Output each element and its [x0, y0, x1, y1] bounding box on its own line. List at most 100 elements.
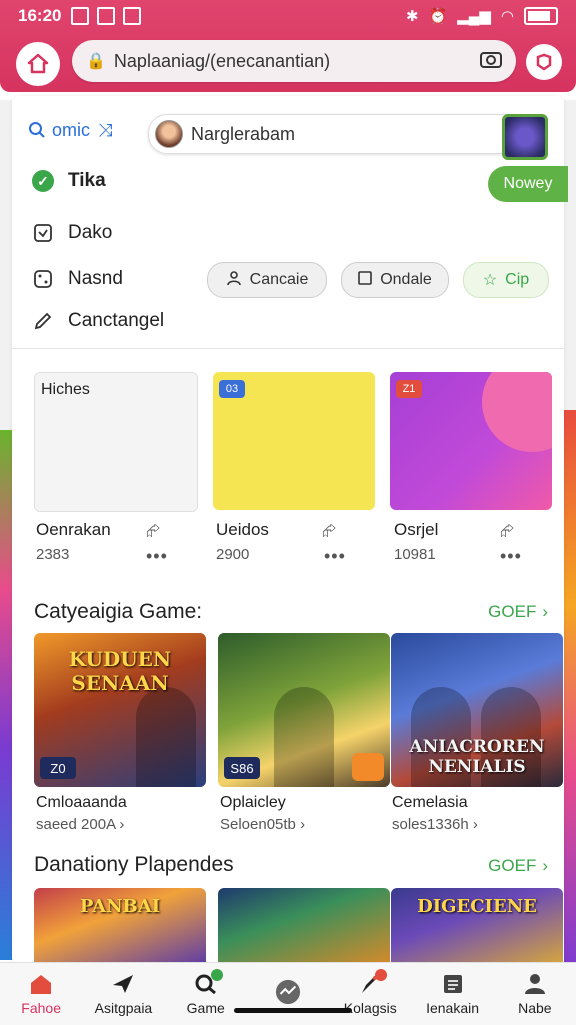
- status-right: ✱ ⏰ ▂▄▆ ◠: [406, 7, 558, 25]
- nav-label: Ienakain: [426, 1000, 480, 1016]
- profile-thumbnail[interactable]: [502, 114, 548, 160]
- game-art-title: PANBAI: [79, 896, 161, 917]
- tile-subtitle: 2900: [216, 546, 250, 563]
- tile-card[interactable]: Z1: [390, 372, 552, 510]
- nav-item-nabe[interactable]: Nabe: [494, 963, 576, 1025]
- search-label-text: omic: [52, 119, 91, 140]
- menu-item-canctangel[interactable]: Canctangel: [32, 310, 164, 332]
- game-card[interactable]: KUDUEN SENAAN Z0: [34, 633, 206, 787]
- nav-label: Fahoe: [21, 1000, 61, 1016]
- game-card[interactable]: DIGECIENE: [391, 888, 563, 966]
- game-meta: soles1336h ›: [392, 816, 478, 833]
- game-name: Cemelasia: [392, 794, 468, 811]
- chip-label: Cip: [505, 271, 530, 288]
- status-time: 16:20: [18, 6, 62, 25]
- document-icon: [32, 222, 54, 244]
- notification-icon: [71, 7, 90, 25]
- game-name: Oplaicley: [220, 794, 286, 811]
- menu-item-label: Canctangel: [68, 310, 165, 331]
- tile-tag: Z1: [396, 380, 422, 398]
- tile-title: Oenrakan: [36, 520, 111, 539]
- notification-icon: [123, 7, 142, 25]
- home-button[interactable]: [16, 42, 60, 86]
- chip-label: Ondale: [380, 271, 432, 288]
- shuffle-icon[interactable]: ⤨: [98, 120, 112, 141]
- menu-item-tika[interactable]: ✓ Tika: [32, 170, 106, 192]
- notification-icon: [97, 7, 116, 25]
- search-icon: [29, 122, 45, 138]
- browser-logo-icon: [536, 53, 552, 71]
- wifi-icon: ◠: [500, 8, 514, 25]
- share-icon[interactable]: ⮳: [146, 520, 160, 541]
- game-meta: saeed 200A ›: [36, 816, 125, 833]
- game-badge: S86: [224, 757, 260, 779]
- section-title: Catyeaigia Game:: [34, 600, 203, 623]
- chevron-right-icon: ›: [542, 602, 548, 621]
- bottom-navigation: Fahoe Asitgpaia Game Kolagsis Ienakain N…: [0, 962, 576, 1025]
- paper-plane-icon: [110, 972, 136, 996]
- new-button[interactable]: Nowey: [488, 166, 568, 202]
- chip-cip[interactable]: ☆ Cip: [463, 262, 549, 298]
- tile-title: Osrjel: [394, 520, 439, 539]
- nav-item-activity[interactable]: [247, 963, 329, 1025]
- widget-icon: [32, 268, 54, 290]
- see-all-link[interactable]: GOEF ›: [488, 602, 548, 622]
- game-badge: Z0: [40, 757, 76, 779]
- pen-icon: [32, 310, 54, 332]
- see-all-link[interactable]: GOEF ›: [488, 856, 548, 876]
- menu-item-nasnd[interactable]: Nasnd: [32, 268, 123, 290]
- more-icon[interactable]: •••: [324, 546, 346, 567]
- game-name: Cmloaaanda: [36, 794, 127, 811]
- nav-label: Game: [186, 1000, 225, 1016]
- search-input[interactable]: Narglerabam ☆: [148, 114, 536, 154]
- character-art: [274, 687, 334, 787]
- signal-icon: ▂▄▆: [457, 8, 491, 25]
- game-card[interactable]: ANIACROREN NENIALIS: [391, 633, 563, 787]
- game-art-title: DIGECIENE: [417, 896, 537, 917]
- nav-item-asitgpaia[interactable]: Asitgpaia: [82, 963, 164, 1025]
- chip-ondale[interactable]: Ondale: [341, 262, 449, 298]
- more-icon[interactable]: •••: [500, 546, 522, 567]
- person-icon: [226, 270, 242, 291]
- backdrop-left-top: [0, 100, 12, 430]
- home-indicator: [234, 1008, 352, 1013]
- star-outline-icon: ☆: [482, 272, 498, 289]
- search-label[interactable]: omic: [28, 120, 90, 141]
- nav-item-ienakain[interactable]: Ienakain: [411, 963, 493, 1025]
- game-badge-orange: [352, 753, 384, 781]
- game-art-title: KUDUEN SENAAN: [68, 647, 172, 695]
- camera-icon[interactable]: [480, 49, 502, 74]
- menu-item-label: Nasnd: [68, 268, 123, 289]
- nav-item-game[interactable]: Game: [165, 963, 247, 1025]
- tile-subtitle: 10981: [394, 546, 436, 563]
- game-card[interactable]: PANBAI: [34, 888, 206, 966]
- address-bar[interactable]: 🔒 Naplaaniag/(enecanantian): [72, 40, 516, 82]
- nav-item-kolagsis[interactable]: Kolagsis: [329, 963, 411, 1025]
- lock-icon: 🔒: [86, 53, 106, 70]
- tile-label: Hiches: [41, 381, 90, 398]
- tile-card[interactable]: 03: [213, 372, 375, 510]
- backdrop-right-top: [564, 100, 576, 410]
- see-all-label: GOEF: [488, 602, 537, 621]
- chip-label: Cancaie: [249, 271, 309, 288]
- tile-subtitle: 2383: [36, 546, 70, 563]
- browser-menu-button[interactable]: [526, 44, 562, 80]
- share-icon[interactable]: ⮳: [500, 520, 514, 541]
- chip-cancaie[interactable]: Cancaie: [207, 262, 327, 298]
- chevron-right-icon: ›: [542, 856, 548, 875]
- share-icon[interactable]: ⮳: [322, 520, 336, 541]
- menu-item-dako[interactable]: Dako: [32, 222, 112, 244]
- nav-label: Asitgpaia: [94, 1000, 153, 1016]
- more-icon[interactable]: •••: [146, 546, 168, 567]
- divider: [12, 348, 564, 349]
- game-card[interactable]: [218, 888, 390, 966]
- game-card[interactable]: S86: [218, 633, 390, 787]
- content-card: omic ⤨ Narglerabam ☆ ✓ Tika Nowey Dako N…: [12, 96, 568, 966]
- home-icon: [28, 972, 54, 996]
- search-row: omic ⤨ Narglerabam ☆: [28, 108, 556, 160]
- tile-card[interactable]: Hiches: [34, 372, 198, 512]
- nav-item-home[interactable]: Fahoe: [0, 963, 82, 1025]
- tile-tag: 03: [219, 380, 245, 398]
- search-input-value: Narglerabam: [191, 123, 296, 144]
- bluetooth-icon: ✱: [405, 8, 419, 25]
